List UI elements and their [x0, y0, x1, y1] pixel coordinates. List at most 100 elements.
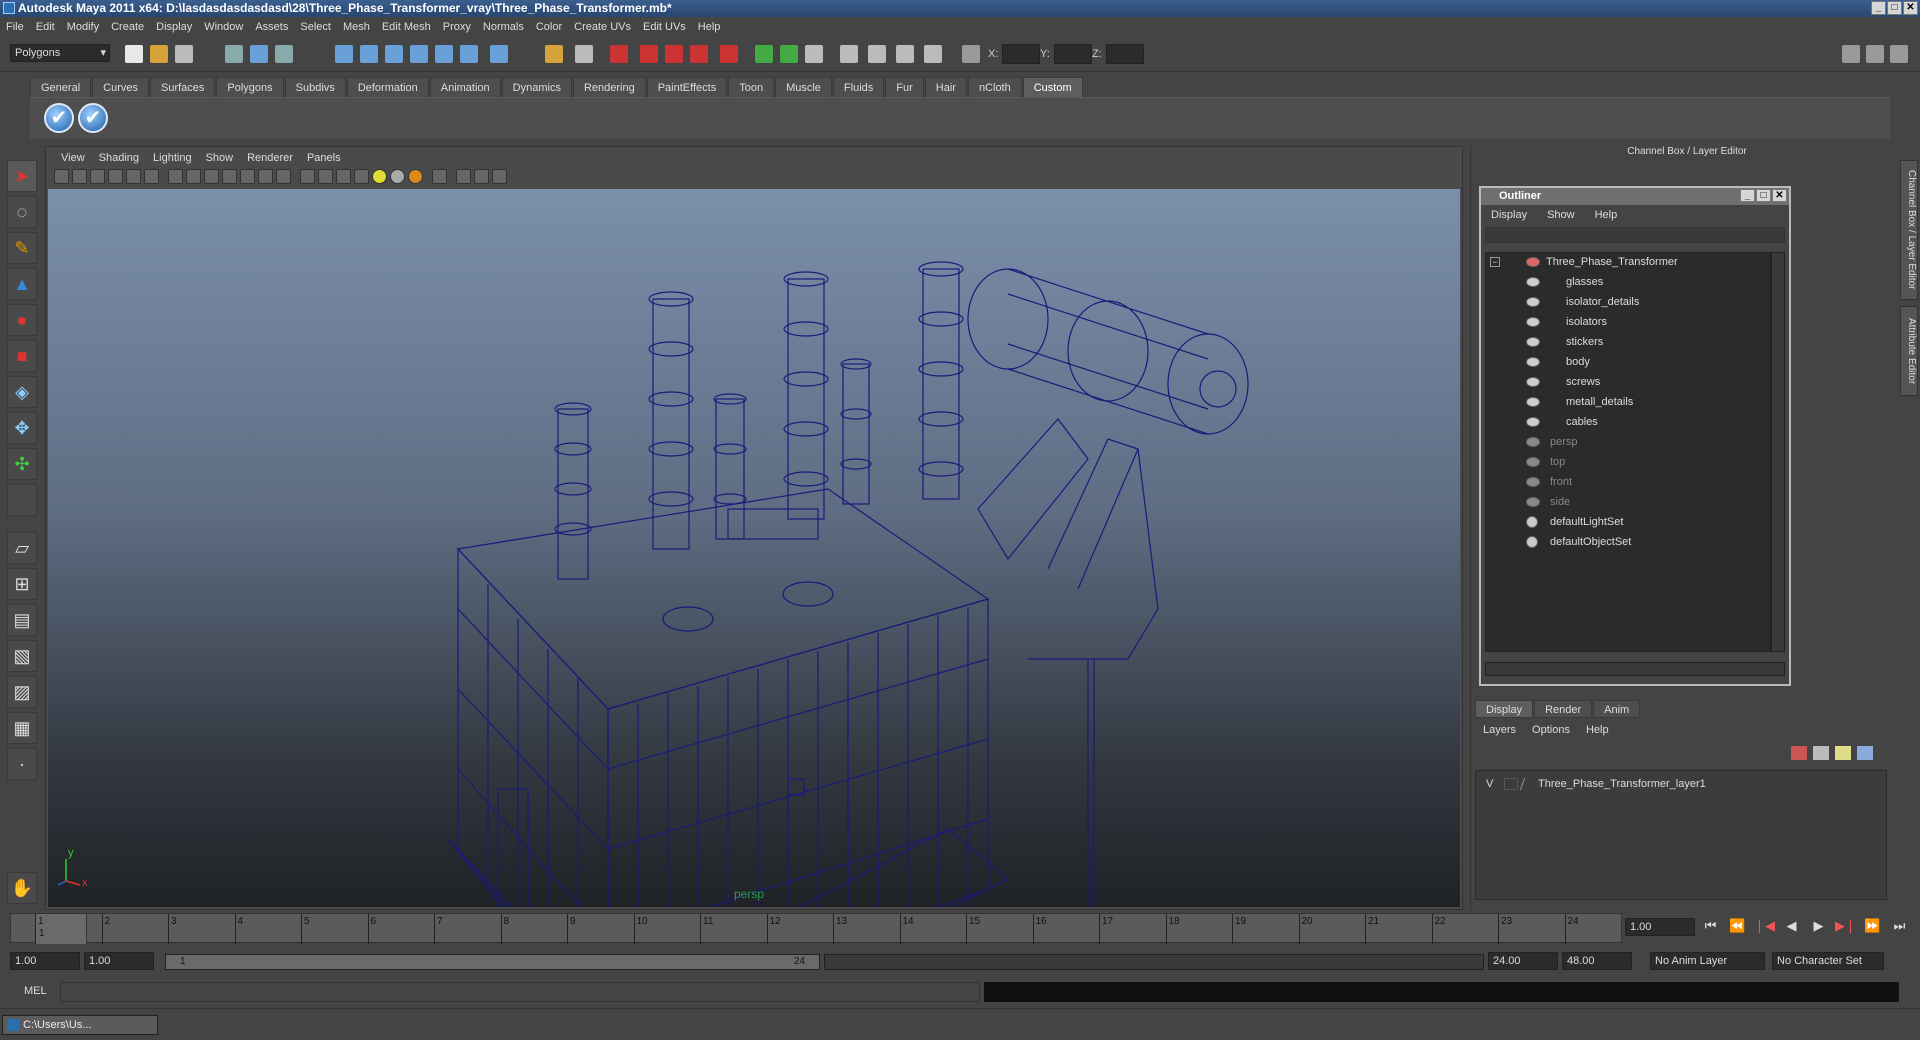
channel-toggle-icon[interactable] [805, 45, 823, 63]
isolate-select-icon[interactable] [432, 169, 447, 184]
menu-help[interactable]: Help [692, 21, 727, 33]
scale-tool-icon[interactable]: ■ [7, 340, 37, 372]
side-tab-attribute-editor[interactable]: Attribute Editor [1900, 306, 1918, 396]
step-back-frame-icon[interactable]: ❘◀ [1754, 918, 1775, 938]
shadows-icon[interactable] [390, 169, 405, 184]
outliner-menu-help[interactable]: Help [1585, 209, 1628, 221]
start-range-field[interactable]: 1.00 [84, 952, 154, 970]
y-field[interactable] [1054, 44, 1092, 64]
viewport-menu-view[interactable]: View [54, 150, 92, 166]
select-component-icon[interactable] [275, 45, 293, 63]
menu-edit-mesh[interactable]: Edit Mesh [376, 21, 437, 33]
ipr-render-icon[interactable] [640, 45, 658, 63]
manipulator-tool-icon[interactable]: ◈ [7, 376, 37, 408]
render-view-icon[interactable] [720, 45, 738, 63]
tab-surfaces[interactable]: Surfaces [149, 77, 216, 97]
tab-rendering[interactable]: Rendering [572, 77, 646, 97]
layout-outliner-persp-icon[interactable]: ▤ [7, 604, 37, 636]
safe-action-icon[interactable] [258, 169, 273, 184]
menu-window[interactable]: Window [198, 21, 249, 33]
rotate-tool-icon[interactable]: ● [7, 304, 37, 336]
step-forward-frame-icon[interactable]: ▶❘ [1835, 918, 1856, 938]
attribute-toggle-icon[interactable] [780, 45, 798, 63]
tab-animation[interactable]: Animation [429, 77, 501, 97]
textured-icon[interactable] [354, 169, 369, 184]
mel-input-field[interactable] [60, 982, 980, 1002]
menu-edit[interactable]: Edit [30, 21, 61, 33]
camera-select-icon[interactable] [54, 169, 69, 184]
menu-assets[interactable]: Assets [249, 21, 294, 33]
image-plane-icon[interactable] [108, 169, 123, 184]
save-scene-icon[interactable] [175, 45, 193, 63]
outliner-vertical-scrollbar[interactable] [1771, 252, 1785, 652]
outliner-filter-field[interactable] [1485, 227, 1785, 243]
layer-type-toggle[interactable] [1504, 778, 1518, 790]
snap-point-icon[interactable] [385, 45, 403, 63]
go-to-end-icon[interactable]: ⏭ [1889, 918, 1910, 938]
shelf-check-button-2[interactable]: ✔ [78, 103, 108, 133]
time-slider[interactable]: 1 1 2 3 4 5 6 7 8 9 10 11 12 13 14 15 16 17 18 19 20 21 22 23 2… [10, 913, 1622, 944]
step-back-key-icon[interactable]: ⏪ [1727, 918, 1748, 938]
collapse-icon[interactable]: − [1490, 257, 1500, 267]
layers-menu-help[interactable]: Help [1578, 722, 1617, 738]
layer-remove-icon[interactable] [1857, 746, 1873, 760]
menu-file[interactable]: File [0, 21, 30, 33]
menu-proxy[interactable]: Proxy [437, 21, 477, 33]
transform-numeric-icon[interactable] [962, 45, 980, 63]
wireframe-icon[interactable] [300, 169, 315, 184]
shelf-check-button-1[interactable]: ✔ [44, 103, 74, 133]
minimized-window-item[interactable]: C:\Users\Us... [2, 1015, 158, 1035]
tab-polygons[interactable]: Polygons [216, 77, 284, 97]
layer-row[interactable]: V Three_Phase_Transformer_layer1 [1476, 775, 1886, 793]
layout-four-icon[interactable] [896, 45, 914, 63]
tab-display-layers[interactable]: Display [1475, 700, 1534, 718]
hypershade-icon[interactable] [690, 45, 708, 63]
close-button[interactable]: ✕ [1903, 1, 1918, 15]
outliner-menu-show[interactable]: Show [1537, 209, 1585, 221]
viewport-menu-show[interactable]: Show [199, 150, 241, 166]
menu-modify[interactable]: Modify [61, 21, 105, 33]
snap-grid-icon[interactable] [335, 45, 353, 63]
layer-color-swatch[interactable] [1519, 778, 1535, 790]
toggle-attribute-editor-icon[interactable] [1842, 45, 1860, 63]
tab-fluids[interactable]: Fluids [832, 77, 885, 97]
layout-two-icon[interactable] [868, 45, 886, 63]
layout-custom-icon[interactable]: ▦ [7, 712, 37, 744]
layout-persp-graph-icon[interactable]: ▧ [7, 640, 37, 672]
layout-outliner-icon[interactable] [924, 45, 942, 63]
input-line-icon[interactable] [755, 45, 773, 63]
outliner-close-button[interactable]: ✕ [1772, 189, 1787, 202]
minimize-button[interactable]: _ [1871, 1, 1886, 15]
menu-normals[interactable]: Normals [477, 21, 530, 33]
construction-history-icon[interactable] [575, 45, 593, 63]
go-to-start-icon[interactable]: ⏮ [1700, 918, 1721, 938]
layout-single-icon[interactable]: ▱ [7, 532, 37, 564]
step-forward-key-icon[interactable]: ⏩ [1862, 918, 1883, 938]
tab-hair[interactable]: Hair [924, 77, 967, 97]
two-d-pan-icon[interactable] [126, 169, 141, 184]
play-backward-icon[interactable]: ◀ [1781, 918, 1802, 938]
layer-visibility-toggle[interactable]: V [1486, 775, 1493, 793]
outliner-menu-display[interactable]: Display [1481, 209, 1537, 221]
anim-layer-dropdown[interactable]: No Anim Layer [1650, 952, 1765, 970]
toggle-tool-settings-icon[interactable] [1866, 45, 1884, 63]
outliner-minimize-button[interactable]: _ [1740, 189, 1755, 202]
layers-menu-options[interactable]: Options [1524, 722, 1578, 738]
film-gate-icon[interactable] [186, 169, 201, 184]
grease-pencil-icon[interactable] [144, 169, 159, 184]
snap-plane-icon[interactable] [410, 45, 428, 63]
xray-joints-icon[interactable] [474, 169, 489, 184]
lock-icon[interactable] [545, 45, 563, 63]
menu-color[interactable]: Color [530, 21, 568, 33]
z-field[interactable] [1106, 44, 1144, 64]
layout-more-icon[interactable]: · [7, 748, 37, 780]
new-layer-selected-icon[interactable] [1813, 746, 1829, 760]
tab-muscle[interactable]: Muscle [775, 77, 832, 97]
safe-title-icon[interactable] [276, 169, 291, 184]
tab-dynamics[interactable]: Dynamics [501, 77, 572, 97]
tab-fur[interactable]: Fur [885, 77, 924, 97]
menu-create[interactable]: Create [105, 21, 150, 33]
bookmark-icon[interactable] [90, 169, 105, 184]
move-tool-icon[interactable]: ▲ [7, 268, 37, 300]
menu-display[interactable]: Display [150, 21, 198, 33]
